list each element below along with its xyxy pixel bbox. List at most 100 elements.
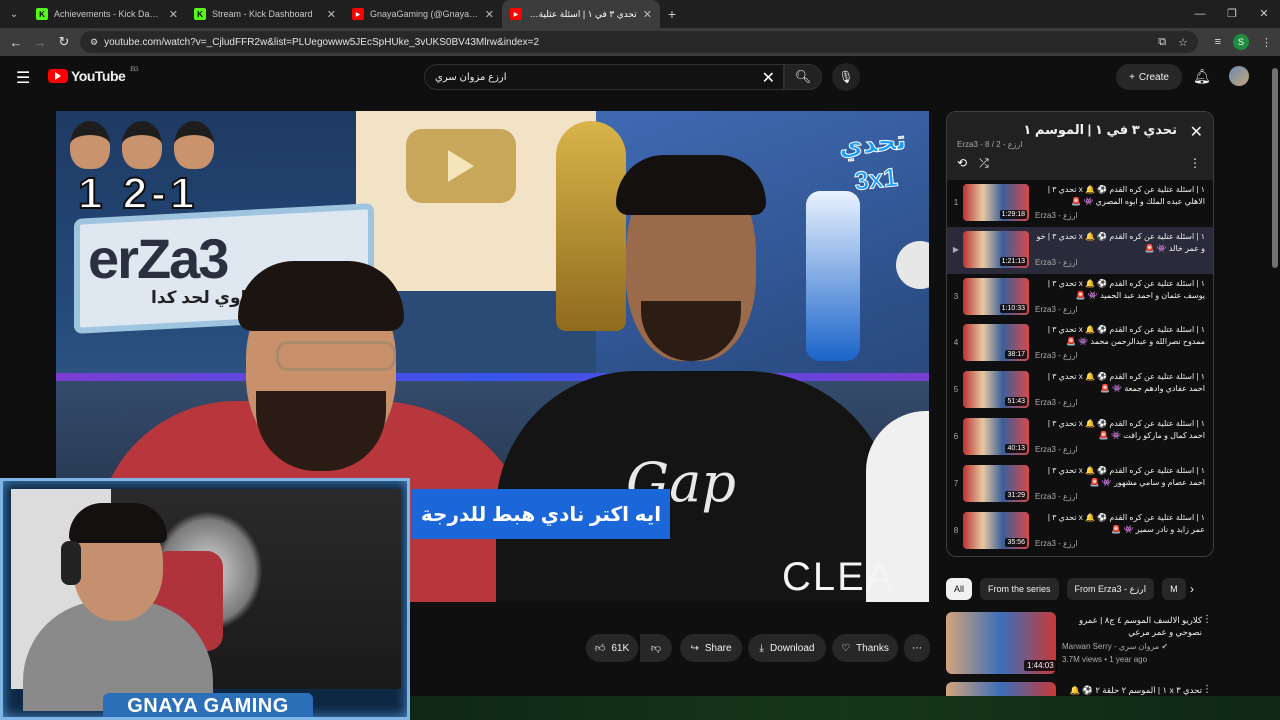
browser-tab-3[interactable]: ▶ GnayaGaming (@GnayaGaming ✕ (344, 0, 502, 28)
recommendation-item[interactable]: 1:44:03 كلاريو الالسف الموسم ٤ ج٨ | عمرو… (946, 612, 1214, 682)
tab-search-icon[interactable]: ⌄ (0, 0, 28, 28)
kick-favicon-icon: K (194, 8, 206, 20)
playlist-item[interactable]: 7 31:29 ١ | اسئلة عتلية عن كره القدم ⚽ 🔔 x… (947, 461, 1213, 508)
chip-from-channel[interactable]: From Erza3 - ارزع (1066, 578, 1155, 600)
address-bar: ← → ↻ ⚙ youtube.com/watch?v=_CjludFFR2w&… (0, 28, 1280, 56)
playlist-thumbnail[interactable]: 31:29 (963, 464, 1029, 502)
new-tab-icon[interactable]: + (660, 6, 684, 22)
url-field[interactable]: ⚙ youtube.com/watch?v=_CjludFFR2w&list=P… (80, 31, 1198, 53)
region-code: EG (130, 67, 138, 73)
site-info-icon[interactable]: ⚙ (90, 37, 98, 48)
browser-tab-bar: ⌄ K Achievements - Kick Dashboard ✕ K St… (0, 0, 1280, 28)
notifications-bell-icon[interactable]: 🔔︎ (1193, 68, 1211, 85)
tab-label: تحدي ٣ في ١ | اسئلة عتلية عن (528, 8, 637, 19)
playlist-item-channel: Erza3 - ارزع (1035, 491, 1078, 501)
close-icon[interactable]: ✕ (485, 8, 494, 21)
page-scrollbar[interactable] (1272, 68, 1278, 268)
clear-search-icon[interactable]: ✕ (762, 68, 775, 88)
like-count: 61K (611, 642, 630, 654)
recommendation-thumbnail[interactable] (946, 682, 1056, 696)
close-icon[interactable]: ✕ (1190, 122, 1203, 142)
chip-all[interactable]: All (946, 578, 973, 600)
playlist-item[interactable]: 5 51:43 ١ | اسئلة عتلية عن كره القدم ⚽ 🔔 x… (947, 367, 1213, 414)
playlist-item[interactable]: 6 40:13 ١ | اسئلة عتلية عن كره القدم ⚽ 🔔 x… (947, 414, 1213, 461)
chip-more[interactable]: M (1162, 578, 1186, 600)
playlist-item[interactable]: 3 1:10:33 ١ | اسئلة عتلية عن كره القدم ⚽ 🔔… (947, 274, 1213, 321)
restore-icon[interactable]: ❐ (1216, 0, 1248, 28)
youtube-favicon-icon: ▶ (352, 8, 364, 20)
browser-menu-icon[interactable]: ⋮ (1261, 36, 1272, 49)
video-duration: 1:44:03 (1024, 660, 1057, 671)
more-icon[interactable]: ⋮ (1189, 156, 1201, 170)
playlist-item[interactable]: 1 1:29:18 ١ | اسئلة عتلية عن كره القدم ⚽ 🔔… (947, 180, 1213, 227)
playlist-item-title: ١ | اسئلة عتلية عن كره القدم ⚽ 🔔 x تحدي … (1047, 325, 1205, 347)
playlist-thumbnail[interactable]: 38:17 (963, 324, 1029, 362)
forward-arrow-icon[interactable]: → (28, 35, 52, 50)
search-input[interactable]: ارزع مزوان سري ✕ (424, 64, 784, 90)
playlist-item-title: ١ | اسئلة عتلية عن كره القدم ⚽ 🔔 x تحدي … (1047, 512, 1205, 534)
hamburger-menu-icon[interactable]: ☰ (16, 68, 30, 88)
profile-icon[interactable]: S (1233, 34, 1249, 50)
loop-icon[interactable]: ⟲ (957, 156, 967, 171)
window-controls: — ❐ ✕ (1184, 0, 1280, 28)
playlist-thumbnail[interactable]: 1:21:13 (963, 230, 1029, 268)
close-icon[interactable]: ✕ (327, 8, 336, 21)
more-actions-button[interactable]: ⋯ (904, 634, 930, 662)
scoreboard-score: 1 2-1 (77, 168, 199, 219)
playlist-thumbnail[interactable]: 1:29:18 (963, 184, 1029, 221)
recommendation-channel[interactable]: Marwan Serry - مروان سري ✔ (1062, 642, 1168, 651)
browser-tab-1[interactable]: K Achievements - Kick Dashboard ✕ (28, 0, 186, 28)
bookmark-star-icon[interactable]: ☆ (1178, 36, 1188, 49)
minimize-icon[interactable]: — (1184, 0, 1216, 28)
playlist-item-title: ١ | اسئلة عتلية عن كره القدم ⚽ 🔔 x تحدي … (1047, 185, 1205, 206)
reload-icon[interactable]: ↻ (52, 34, 76, 50)
playlist-thumbnail[interactable]: 1:10:33 (963, 277, 1029, 315)
browser-tab-4[interactable]: ▶ تحدي ٣ في ١ | اسئلة عتلية عن ✕ (502, 0, 660, 28)
recommendation-item[interactable]: تحدي ٣ x ١ | الموسم ٢ حلقة ٢ ⚽ 🔔 ⋮ (946, 682, 1214, 696)
recommendation-title[interactable]: كلاريو الالسف الموسم ٤ ج٨ | عمرو نصوحي و… (1062, 614, 1202, 638)
dislike-button[interactable]: 👎︎ (640, 634, 672, 662)
share-button[interactable]: ↪ Share (680, 634, 742, 662)
install-app-icon[interactable]: ⧉ (1158, 36, 1166, 49)
playlist-title[interactable]: تحدي ٣ في ١ | الموسم ١ (1023, 122, 1177, 138)
playlist-index: 6 (953, 431, 959, 441)
tab-label: Stream - Kick Dashboard (212, 9, 313, 19)
thanks-button[interactable]: ♡ Thanks (832, 634, 898, 662)
account-avatar[interactable] (1229, 66, 1249, 86)
playlist-thumbnail[interactable]: 40:13 (963, 417, 1029, 455)
like-button[interactable]: 👍︎ 61K (586, 634, 638, 662)
playlist-item[interactable]: ▶ 1:21:13 ١ | اسئلة عتلية عن كره القدم ⚽ 🔔… (947, 226, 1213, 274)
playlist-item[interactable]: 4 38:17 ١ | اسئلة عتلية عن كره القدم ⚽ 🔔 x… (947, 320, 1213, 367)
voice-search-button[interactable]: 🎙︎ (832, 63, 860, 91)
question-caption: ايه اكتر نادي هبط للدرجة (412, 489, 670, 539)
youtube-header: ☰ YouTube EG ارزع مزوان سري ✕ 🔍︎ 🎙︎ + Cr… (0, 56, 1280, 100)
thumbs-down-icon: 👎︎ (650, 643, 662, 654)
kick-favicon-icon: K (36, 8, 48, 20)
chevron-right-icon[interactable]: › (1190, 582, 1194, 596)
media-controls-icon[interactable]: ≡ (1215, 36, 1221, 48)
create-button[interactable]: + Create (1116, 64, 1182, 90)
more-icon: ⋯ (912, 642, 922, 654)
playlist-thumbnail[interactable]: 35:56 (963, 511, 1029, 549)
download-button[interactable]: ⤓ Download (748, 634, 826, 662)
back-arrow-icon[interactable]: ← (4, 35, 28, 50)
playlist-index: 5 (953, 385, 959, 395)
recommendation-title[interactable]: تحدي ٣ x ١ | الموسم ٢ حلقة ٢ ⚽ 🔔 (1062, 684, 1202, 696)
more-icon[interactable]: ⋮ (1202, 614, 1212, 625)
playlist-item-title: ١ | اسئلة عتلية عن كره القدم ⚽ 🔔 x تحدي … (1047, 372, 1205, 394)
close-window-icon[interactable]: ✕ (1248, 0, 1280, 28)
youtube-logo[interactable]: YouTube EG (48, 67, 138, 84)
playlist-thumbnail[interactable]: 51:43 (963, 371, 1029, 409)
playlist-index: 7 (953, 478, 959, 488)
video-duration: 35:56 (1005, 537, 1027, 547)
url-text: youtube.com/watch?v=_CjludFFR2w&list=PLU… (104, 36, 539, 48)
search-button[interactable]: 🔍︎ (784, 64, 822, 90)
playlist-item[interactable]: 8 35:56 ١ | اسئلة عتلية عن كره القدم ⚽ 🔔 x… (947, 508, 1213, 555)
chip-from-series[interactable]: From the series (980, 578, 1059, 600)
more-icon[interactable]: ⋮ (1202, 684, 1212, 695)
browser-tab-2[interactable]: K Stream - Kick Dashboard ✕ (186, 0, 344, 28)
playlist-index: ▶ (952, 244, 960, 254)
close-icon[interactable]: ✕ (169, 8, 178, 21)
shuffle-icon[interactable]: ⤮ (979, 156, 989, 171)
close-icon[interactable]: ✕ (643, 8, 652, 21)
